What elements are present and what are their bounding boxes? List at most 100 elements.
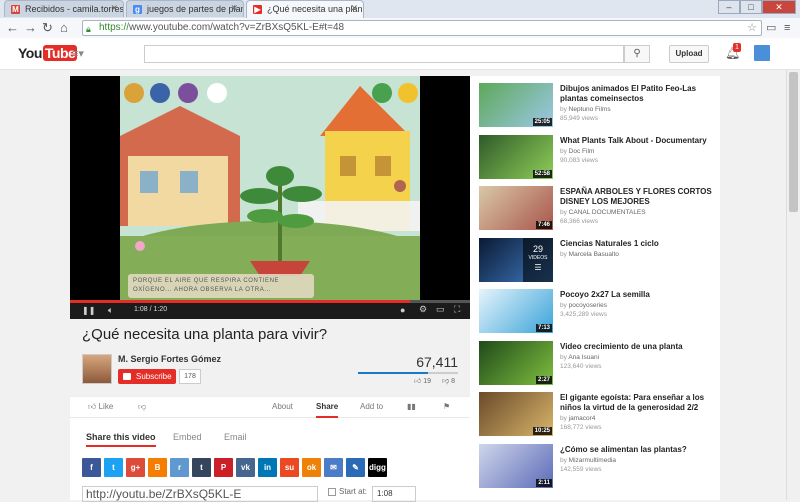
page-scrollbar[interactable]: [786, 70, 800, 500]
facebook-icon[interactable]: f: [82, 458, 101, 477]
channel-name-small[interactable]: jamacor4: [569, 415, 596, 422]
search-button[interactable]: ⚲: [624, 45, 650, 63]
tumblr-icon[interactable]: t: [192, 458, 211, 477]
tab-gmail[interactable]: M Recibidos - camila.torres ✕: [4, 0, 124, 17]
related-video-item[interactable]: 10:25 El gigante egoísta: Para enseñar a …: [479, 392, 715, 438]
pinterest-icon[interactable]: P: [214, 458, 233, 477]
search-input[interactable]: [144, 45, 624, 63]
related-video-item[interactable]: 52:58 What Plants Talk About - Documentar…: [479, 134, 716, 181]
video-thumbnail[interactable]: 10:25: [479, 392, 553, 436]
stumbleupon-icon[interactable]: su: [280, 458, 299, 477]
volume-icon[interactable]: 🔈︎: [108, 305, 113, 316]
maximize-icon[interactable]: □: [740, 0, 762, 14]
related-video-item[interactable]: 29 VIDEOS ☰ Ciencias Naturales 1 ciclo by Ma…: [479, 237, 716, 284]
youtube-logo[interactable]: You Tube: [18, 45, 78, 61]
channel-name-small[interactable]: Doc Film: [569, 148, 595, 155]
upload-button[interactable]: Upload: [669, 45, 709, 63]
channel-name[interactable]: M. Sergio Fortes Gómez: [118, 354, 221, 364]
address-bar[interactable]: 🔒︎ https://www.youtube.com/watch?v=ZrBXs…: [82, 20, 762, 36]
related-video-item[interactable]: 25:05 Dibujos animados El Patito Feo-Las …: [479, 83, 715, 129]
digg-icon[interactable]: digg: [368, 458, 387, 477]
tab-google-search[interactable]: g juegos de partes de planta ✕: [126, 0, 244, 17]
video-thumbnail[interactable]: 7:13: [479, 289, 553, 333]
home-icon[interactable]: ⌂: [60, 20, 68, 36]
channel-name-small[interactable]: Neptuno Films: [569, 106, 611, 113]
related-video-title[interactable]: Video crecimiento de una planta: [560, 342, 716, 352]
email-icon[interactable]: ✉: [324, 458, 343, 477]
fullscreen-icon[interactable]: ⛶: [454, 304, 460, 315]
related-video-title[interactable]: Ciencias Naturales 1 ciclo: [560, 239, 716, 249]
share-panel: Share this video Embed Email f t g+ Br t Pvk i…: [70, 418, 470, 502]
channel-name-small[interactable]: pocoyoseries: [569, 302, 607, 309]
video-frame[interactable]: [120, 76, 420, 301]
video-thumbnail[interactable]: 29 VIDEOS ☰: [479, 237, 553, 282]
video-thumbnail[interactable]: 2:27: [479, 340, 553, 385]
close-window-icon[interactable]: ✕: [762, 0, 796, 14]
guide-menu-icon[interactable]: ≡▾: [72, 47, 84, 60]
settings-gear-icon[interactable]: ⚙: [419, 304, 427, 315]
subscribe-button[interactable]: Subscribe: [118, 369, 176, 384]
related-video-title[interactable]: Dibujos animados El Patito Feo-Las plant…: [560, 84, 716, 104]
theater-mode-icon[interactable]: ▭: [436, 304, 445, 315]
channel-name-small[interactable]: CANAL DOCUMENTALES: [569, 209, 646, 216]
share-tab[interactable]: Share: [316, 402, 339, 418]
flag-icon[interactable]: ⚑: [443, 402, 450, 411]
reddit-icon[interactable]: r: [170, 458, 189, 477]
video-thumbnail[interactable]: 25:05: [479, 83, 553, 127]
video-player[interactable]: PORQUE EL AIRE QUE RESPIRA CONTIENE OXÍG…: [70, 76, 470, 319]
vk-icon[interactable]: vk: [236, 458, 255, 477]
video-thumbnail[interactable]: 7:46: [479, 186, 553, 230]
channel-avatar[interactable]: [82, 354, 112, 384]
page-menu-icon[interactable]: ▭: [766, 20, 776, 36]
progress-bar[interactable]: [70, 300, 470, 303]
blogger-icon[interactable]: B: [148, 458, 167, 477]
related-video-channel: by Neptuno Films: [560, 106, 611, 113]
like-button[interactable]: 👍︎ Like: [88, 402, 113, 412]
wrench-icon[interactable]: ≡: [784, 20, 790, 36]
reload-icon[interactable]: ↻: [42, 20, 53, 36]
email-tab[interactable]: Email: [224, 432, 247, 442]
related-video-title[interactable]: ¿Cómo se alimentan las plantas?: [560, 445, 716, 455]
watch-later-icon[interactable]: ●: [400, 305, 405, 315]
bookmark-star-icon[interactable]: ☆: [747, 21, 757, 35]
share-this-video-tab[interactable]: Share this video: [86, 432, 156, 447]
start-at-option[interactable]: Start at:: [328, 487, 367, 496]
forward-icon[interactable]: →: [24, 20, 37, 36]
video-thumbnail[interactable]: 2:11: [479, 443, 553, 488]
related-video-title[interactable]: ESPAÑA ARBOLES Y FLORES CORTOS DISNEY LO…: [560, 187, 716, 207]
related-video-item[interactable]: 2:27 Video crecimiento de una planta by An…: [479, 340, 716, 387]
video-duration: 52:58: [532, 169, 552, 178]
pause-icon[interactable]: ❚❚: [82, 306, 95, 315]
close-icon[interactable]: ✕: [230, 3, 238, 14]
embed-tab[interactable]: Embed: [173, 432, 202, 442]
subscriber-count: 178: [179, 369, 201, 384]
start-at-checkbox[interactable]: [328, 487, 336, 496]
about-tab[interactable]: About: [272, 402, 293, 411]
channel-name-small[interactable]: Ana Isuani: [568, 354, 599, 361]
close-icon[interactable]: ✕: [110, 3, 118, 14]
related-video-title[interactable]: El gigante egoísta: Para enseñar a los n…: [560, 393, 716, 413]
tab-youtube[interactable]: ▶ ¿Qué necesita una plan ✕: [246, 0, 364, 18]
related-video-item[interactable]: 7:13 Pocoyo 2x27 La semilla by pocoyoserie…: [479, 289, 715, 335]
related-video-title[interactable]: What Plants Talk About - Documentary: [560, 136, 716, 146]
related-video-title[interactable]: Pocoyo 2x27 La semilla: [560, 290, 716, 300]
odnoklassniki-icon[interactable]: ok: [302, 458, 321, 477]
channel-name-small[interactable]: Marcela Basualto: [569, 251, 619, 258]
back-icon[interactable]: ←: [6, 20, 19, 36]
add-to-tab[interactable]: Add to: [360, 402, 383, 411]
dislike-button[interactable]: 👎︎: [138, 402, 146, 412]
stats-icon[interactable]: ▮▮: [407, 402, 416, 411]
minimize-icon[interactable]: –: [718, 0, 740, 14]
channel-name-small[interactable]: Mizarmultimedia: [569, 457, 616, 464]
video-thumbnail[interactable]: 52:58: [479, 134, 553, 179]
myspace-icon[interactable]: ✎: [346, 458, 365, 477]
progress-fill: [70, 300, 410, 303]
scrollbar-thumb[interactable]: [789, 72, 798, 212]
linkedin-icon[interactable]: in: [258, 458, 277, 477]
googleplus-icon[interactable]: g+: [126, 458, 145, 477]
related-video-item[interactable]: 2:11 ¿Cómo se alimentan las plantas? by Mi…: [479, 443, 716, 490]
close-icon[interactable]: ✕: [350, 3, 358, 14]
twitter-icon[interactable]: t: [104, 458, 123, 477]
account-avatar[interactable]: [754, 45, 770, 61]
related-video-item[interactable]: 7:46 ESPAÑA ARBOLES Y FLORES CORTOS DISNE…: [479, 186, 715, 232]
